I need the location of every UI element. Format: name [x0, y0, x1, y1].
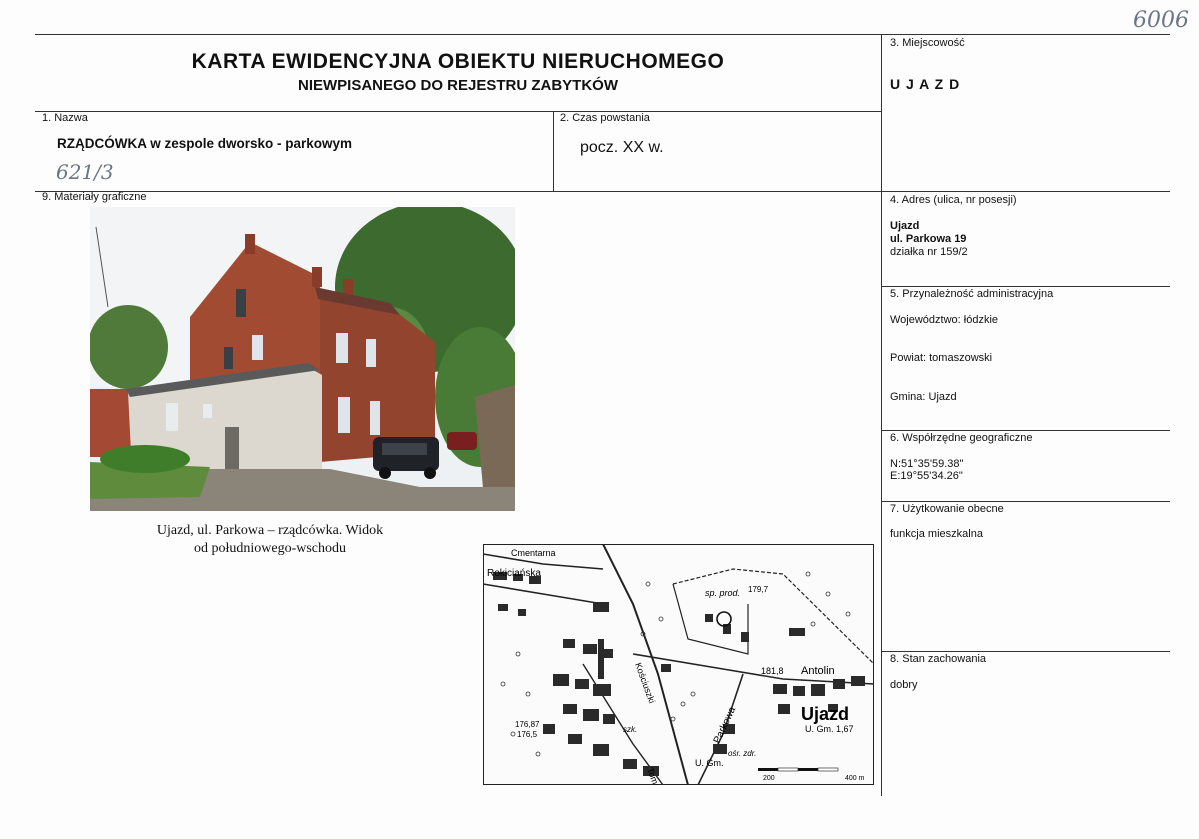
map-label-sp-prod: sp. prod.: [705, 588, 740, 598]
map-label-181-8: 181,8: [761, 666, 784, 676]
coordinate-e: E:19°55'34.26": [890, 470, 963, 482]
uzytkowanie-value: funkcja mieszkalna: [890, 528, 983, 540]
address-line-3: działka nr 159/2: [890, 246, 968, 258]
field-label-miejscowosc: 3. Miejscowość: [890, 37, 965, 49]
address-line-2: ul. Parkowa 19: [890, 233, 967, 245]
location-map: Cmentarna Rokiciańska sp. prod. 179,7 18…: [483, 544, 874, 785]
rule-6-7: [881, 501, 1170, 502]
map-label-osr-zdr: ośr. zdr.: [728, 749, 756, 758]
field-label-czas: 2. Czas powstania: [560, 112, 650, 124]
field-label-materialy: 9. Materiały graficzne: [42, 191, 147, 203]
map-label-ujazd: Ujazd: [801, 704, 849, 724]
rule-row1-bottom: [35, 191, 1170, 192]
field-value-miejscowosc: U J A Z D: [890, 76, 961, 92]
handwritten-number: 621/3: [56, 160, 114, 184]
record-card: 6006 KARTA EWIDENCYJNA OBIEKTU NIERUCHOM…: [0, 0, 1199, 839]
field-label-wspolrzedne: 6. Współrzędne geograficzne: [890, 432, 1033, 444]
photo-caption-line-2: od południowego-wschodu: [193, 541, 347, 556]
field-value-czas: pocz. XX w.: [580, 139, 664, 156]
map-label-179-7: 179,7: [748, 585, 769, 594]
rule-5-6: [881, 430, 1170, 431]
map-label-cmentarna: Cmentarna: [511, 548, 556, 558]
gmina-value: Gmina: Ujazd: [890, 391, 957, 403]
field-value-nazwa: RZĄDCÓWKA w zespole dworsko - parkowym: [57, 136, 353, 151]
building-photo: [90, 207, 515, 511]
photo-caption-line-1: Ujazd, ul. Parkowa – rządcówka. Widok: [156, 523, 384, 538]
map-label-ugm-2: U. Gm.: [695, 758, 724, 768]
rule-7-8: [881, 651, 1170, 652]
card-title: KARTA EWIDENCYJNA OBIEKTU NIERUCHOMEGO: [191, 50, 725, 73]
scale-label-200: 200: [763, 775, 775, 782]
map-label-rokiciaska: Rokiciańska: [487, 568, 541, 579]
archive-number: 6006: [1133, 8, 1189, 33]
address-line-1: Ujazd: [890, 220, 920, 232]
powiat-value: Powiat: tomaszowski: [890, 352, 993, 364]
rule-header-bottom: [35, 111, 881, 112]
coordinate-n: N:51°35'59.38": [890, 458, 964, 470]
map-label-antolin: Antolin: [801, 665, 835, 677]
wojewodztwo-value: Województwo: łódzkie: [890, 314, 999, 326]
map-label-176-5: 176,5: [517, 730, 538, 739]
rule-4-5: [881, 286, 1170, 287]
rule-right-column: [881, 34, 882, 796]
rule-top: [35, 34, 1170, 35]
map-label-ugm: U. Gm. 1,67: [805, 724, 854, 734]
map-label-szk: szk.: [623, 725, 637, 734]
scale-label-400: 400 m: [845, 775, 865, 782]
field-label-stan: 8. Stan zachowania: [890, 653, 987, 665]
rule-name-time: [553, 111, 554, 191]
stan-value: dobry: [890, 679, 918, 691]
card-subtitle: NIEWPISANEGO DO REJESTRU ZABYTKÓW: [297, 77, 619, 94]
map-label-176-87: 176,87: [515, 720, 540, 729]
field-label-nazwa: 1. Nazwa: [42, 112, 88, 124]
field-label-przynaleznosc: 5. Przynależność administracyjna: [890, 288, 1054, 300]
field-label-uzytkowanie: 7. Użytkowanie obecne: [890, 503, 1004, 515]
field-label-adres: 4. Adres (ulica, nr posesji): [890, 194, 1017, 206]
